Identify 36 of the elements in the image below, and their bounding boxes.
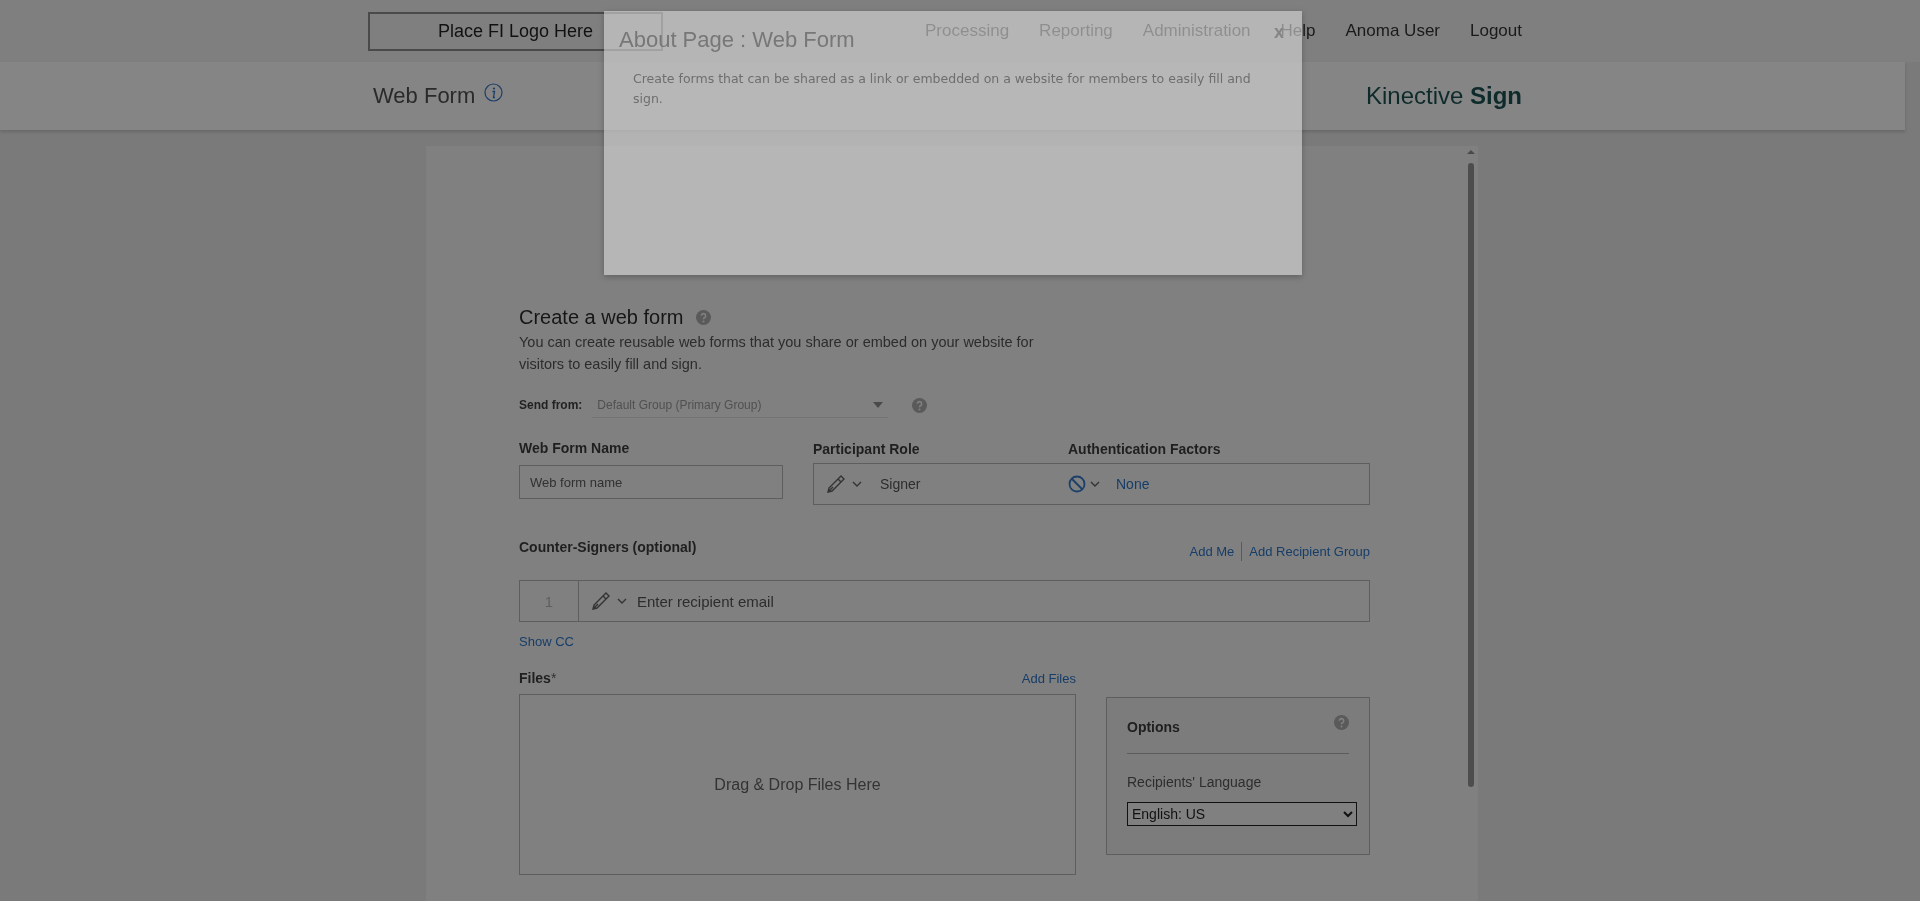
action-link[interactable]: Add Recipient Group (1249, 544, 1370, 559)
form-description: You can create reusable web forms that you share or embed on your website for visitors to easily fill and sign. (519, 333, 1035, 374)
dialog-text: Create forms that can be shared as a link or embedded on a website for members to easily fill and sign. (632, 70, 1252, 108)
logo-text: Place FI Logo Here (437, 20, 594, 42)
field-label: Recipients' Language (1127, 774, 1263, 790)
help-icon (912, 397, 928, 413)
help-icon (695, 310, 711, 325)
role-value: Signer (880, 476, 921, 492)
dropdown-arrow-icon (873, 401, 884, 408)
email-input[interactable]: Enter recipient email (627, 580, 1370, 622)
chevron-down-icon (1090, 481, 1100, 487)
field-label: Authentication Factors (1068, 441, 1221, 457)
language-select[interactable]: English: US (1127, 802, 1357, 826)
section-label: Counter-Signers (optional) (519, 539, 697, 555)
page-title: Web Form (373, 83, 476, 109)
auth-link[interactable]: None (1116, 476, 1150, 492)
brand-name: Kinective Sign (1365, 82, 1522, 110)
field-label: Participant Role (813, 441, 920, 457)
chevron-down-icon (852, 481, 862, 487)
nav-link[interactable]: Logout (1470, 21, 1522, 41)
chevron-down-icon (617, 598, 627, 604)
files-label: Files* (519, 670, 557, 686)
help-icon (1334, 715, 1349, 730)
dialog-title: About Page : Web Form (619, 27, 855, 53)
options-title: Options (1127, 718, 1180, 735)
field-label: Web Form Name (519, 440, 631, 456)
prohibited-icon (1068, 475, 1086, 493)
name-input[interactable]: Web form name (519, 465, 783, 499)
field-label: Send from: (519, 398, 583, 412)
info-icon[interactable] (484, 83, 504, 102)
nav-link[interactable]: Anoma User (1345, 21, 1440, 41)
form-title: Create a web form (519, 306, 684, 329)
add-files-link[interactable]: Add Files (1021, 670, 1076, 686)
show-cc-link[interactable]: Show CC (519, 634, 574, 649)
file-drop-zone[interactable]: Drag & Drop Files Here (519, 694, 1076, 875)
action-link[interactable]: Add Me (1189, 544, 1235, 559)
